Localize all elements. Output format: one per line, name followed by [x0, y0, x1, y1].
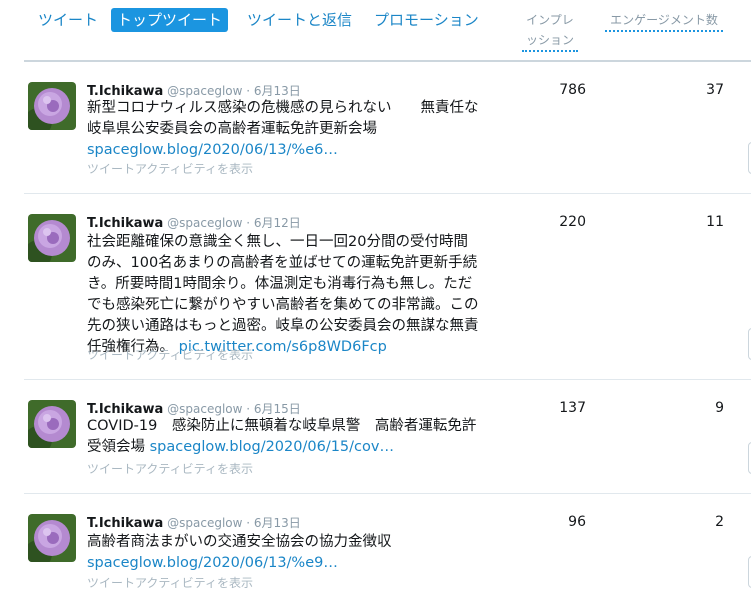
author-name[interactable]: T.Ichikawa: [87, 402, 163, 417]
tweet-meta: T.Ichikawa @spaceglow · 6月15日: [87, 402, 301, 417]
impressions-header-line2: ッション: [525, 33, 574, 47]
rose-avatar-image: [28, 82, 76, 130]
author-handle[interactable]: @spaceglow: [167, 402, 242, 416]
avatar[interactable]: [28, 514, 76, 562]
tweet-body: 新型コロナウィルス感染の危機感の見られない 無責任な岐阜県公安委員会の高齢者運転…: [87, 100, 479, 137]
author-name[interactable]: T.Ichikawa: [87, 516, 163, 531]
tweet-text: COVID-19 感染防止に無頓着な岐阜県警 高齢者運転免許受領会場 space…: [87, 416, 482, 458]
tweet-body: 高齢者商法まがいの交通安全協会の協力金徴収: [87, 534, 392, 550]
avatar[interactable]: [28, 214, 76, 262]
tab-tweets-and-replies[interactable]: ツイートと返信: [241, 8, 358, 32]
tab-promotions[interactable]: プロモーション: [368, 8, 485, 32]
view-activity-link[interactable]: ツイートアクティビティを表示: [87, 460, 253, 477]
impressions-header-line1: インプレ: [526, 13, 574, 27]
tweet-date[interactable]: 6月13日: [254, 516, 301, 530]
author-handle[interactable]: @spaceglow: [167, 516, 242, 530]
impressions-value: 96: [568, 514, 586, 530]
rose-avatar-image: [28, 514, 76, 562]
tweet-text: 新型コロナウィルス感染の危機感の見られない 無責任な岐阜県公安委員会の高齢者運転…: [87, 98, 482, 161]
tweet-meta: T.Ichikawa @spaceglow · 6月12日: [87, 216, 301, 231]
tweet-text: 高齢者商法まがいの交通安全協会の協力金徴収 spaceglow.blog/202…: [87, 532, 482, 574]
tweet-link[interactable]: spaceglow.blog/2020/06/13/%e9…: [87, 553, 482, 574]
tweet-date[interactable]: 6月13日: [254, 84, 301, 98]
tweet-filter-tabs: ツイート トップツイート ツイートと返信 プロモーション インプレ ッション エ…: [0, 0, 751, 60]
view-activity-link[interactable]: ツイートアクティビティを表示: [87, 160, 253, 177]
engagements-column-header[interactable]: エンゲージメント数: [605, 10, 723, 32]
impressions-column-header[interactable]: インプレ ッション: [522, 10, 578, 52]
impressions-value: 786: [559, 82, 586, 98]
rose-avatar-image: [28, 214, 76, 262]
tweet-row[interactable]: T.Ichikawa @spaceglow · 6月15日 COVID-19 感…: [24, 380, 751, 494]
tweet-row[interactable]: T.Ichikawa @spaceglow · 6月13日 高齢者商法まがいの交…: [24, 494, 751, 604]
impressions-value: 220: [559, 214, 586, 230]
rose-avatar-image: [28, 400, 76, 448]
tweet-date[interactable]: 6月12日: [254, 216, 301, 230]
author-handle[interactable]: @spaceglow: [167, 84, 242, 98]
tab-tweets[interactable]: ツイート: [32, 8, 104, 32]
view-activity-link[interactable]: ツイートアクティビティを表示: [87, 346, 253, 363]
impressions-value: 137: [559, 400, 586, 416]
engagements-value: 2: [715, 514, 724, 530]
tweet-link[interactable]: spaceglow.blog/2020/06/15/cov…: [150, 439, 394, 455]
tweet-row[interactable]: T.Ichikawa @spaceglow · 6月12日 社会距離確保の意識全…: [24, 194, 751, 380]
author-name[interactable]: T.Ichikawa: [87, 84, 163, 99]
tweet-meta: T.Ichikawa @spaceglow · 6月13日: [87, 516, 301, 531]
tweet-row[interactable]: T.Ichikawa @spaceglow · 6月13日 新型コロナウィルス感…: [24, 62, 751, 194]
view-activity-link[interactable]: ツイートアクティビティを表示: [87, 574, 253, 591]
author-name[interactable]: T.Ichikawa: [87, 216, 163, 231]
engagements-value: 37: [706, 82, 724, 98]
engagements-value: 11: [706, 214, 724, 230]
tweet-link[interactable]: spaceglow.blog/2020/06/13/%e6…: [87, 142, 338, 158]
tweet-text: 社会距離確保の意識全く無し、一日一回20分間の受付時間のみ、100名あまりの高齢…: [87, 232, 482, 358]
avatar[interactable]: [28, 400, 76, 448]
tab-top-tweets[interactable]: トップツイート: [111, 8, 229, 32]
avatar[interactable]: [28, 82, 76, 130]
tweet-meta: T.Ichikawa @spaceglow · 6月13日: [87, 84, 301, 99]
engagements-value: 9: [715, 400, 724, 416]
tweet-body: 社会距離確保の意識全く無し、一日一回20分間の受付時間のみ、100名あまりの高齢…: [87, 234, 479, 355]
author-handle[interactable]: @spaceglow: [167, 216, 242, 230]
tweet-date[interactable]: 6月15日: [254, 402, 301, 416]
